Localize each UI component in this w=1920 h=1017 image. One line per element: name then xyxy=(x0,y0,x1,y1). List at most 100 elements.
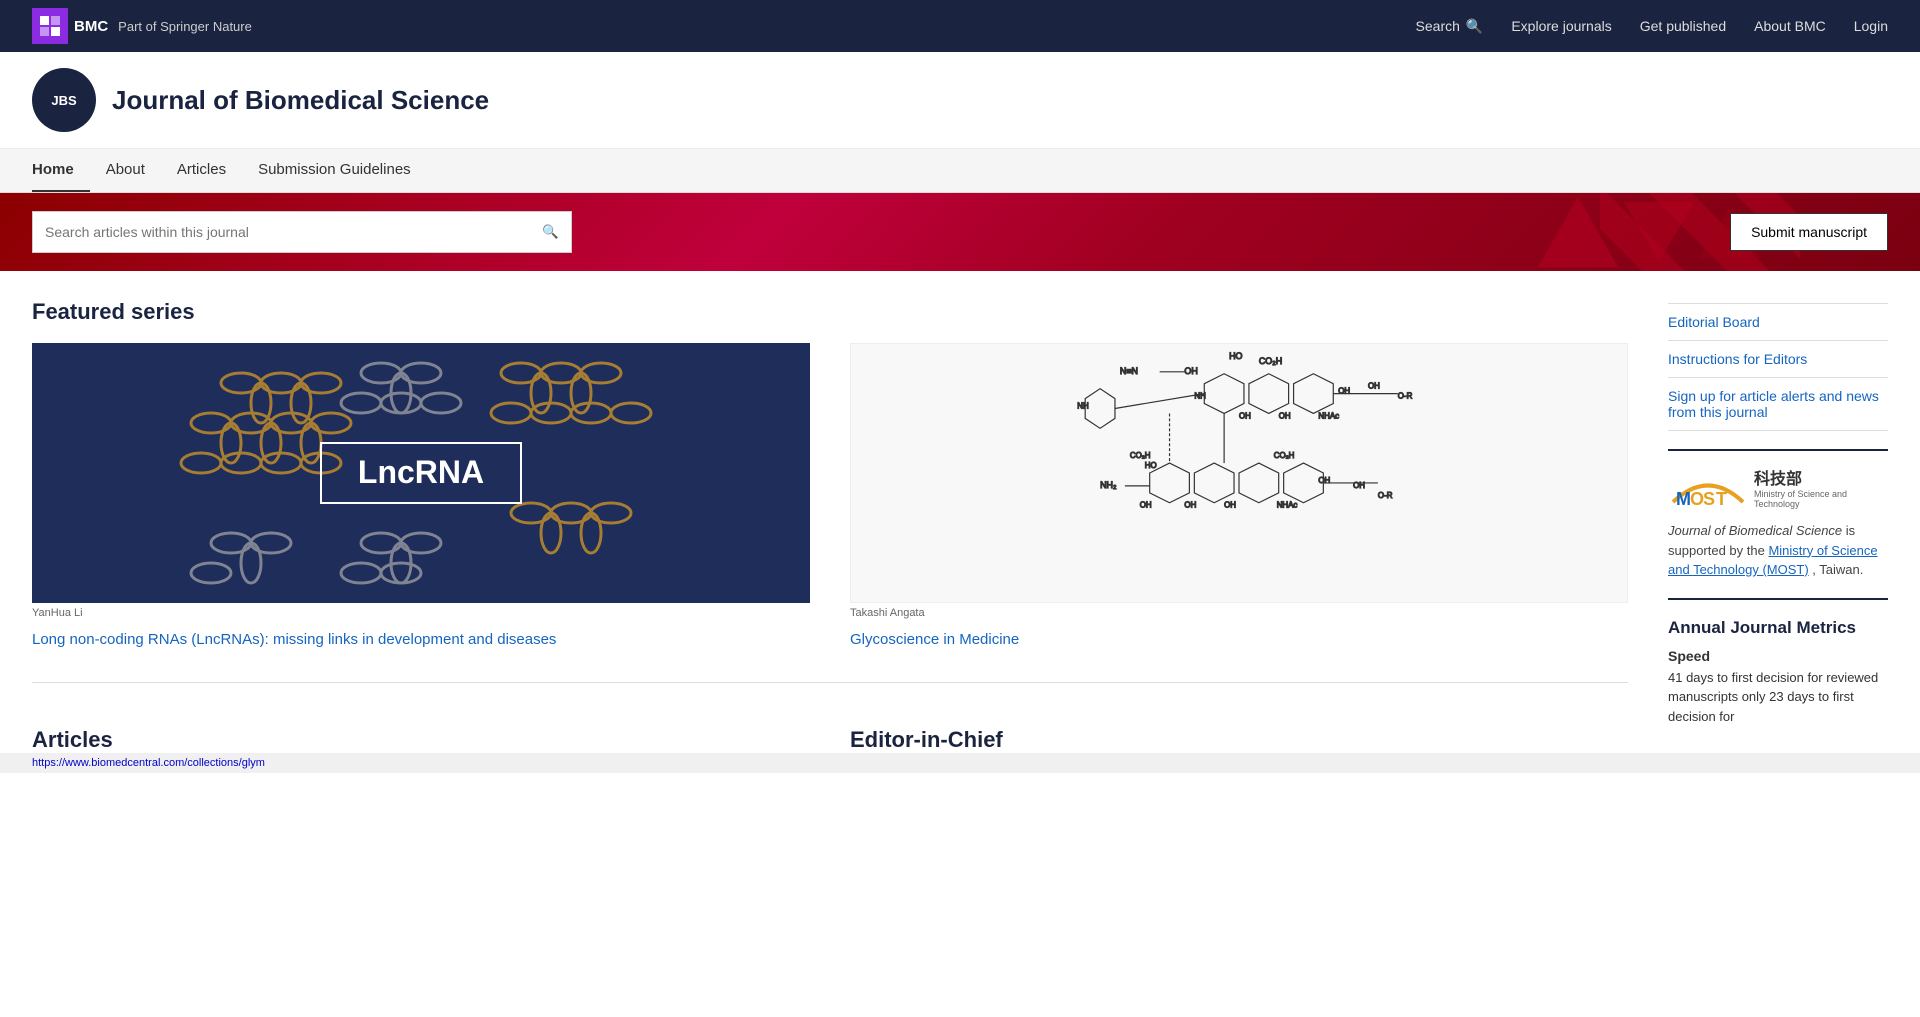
most-logo-row: M O S T 科技部 Ministry of Science and Tech… xyxy=(1668,465,1888,509)
bottom-grid: Articles Editor-in-Chief xyxy=(32,699,1628,753)
explore-journals-link[interactable]: Explore journals xyxy=(1511,18,1611,34)
featured-series-grid: LncRNA LncRNA YanHua Li Long non-coding … xyxy=(32,343,1628,650)
editor-section: Editor-in-Chief xyxy=(850,699,1628,753)
svg-text:S: S xyxy=(1703,489,1715,507)
svg-text:OH: OH xyxy=(1318,476,1330,485)
articles-title: Articles xyxy=(32,727,810,753)
nav-about[interactable]: About xyxy=(90,149,161,192)
lncrna-image: LncRNA LncRNA xyxy=(32,343,810,603)
svg-text:OH: OH xyxy=(1140,501,1152,510)
svg-text:OH: OH xyxy=(1353,481,1365,490)
svg-text:OH: OH xyxy=(1338,387,1350,396)
svg-text:T: T xyxy=(1716,489,1727,507)
glyco-image-caption: Takashi Angata xyxy=(850,607,1628,619)
login-link[interactable]: Login xyxy=(1854,18,1888,34)
svg-text:HO: HO xyxy=(1145,461,1157,470)
search-form: 🔍 xyxy=(32,211,572,253)
top-nav-left: BMC Part of Springer Nature xyxy=(32,8,252,44)
svg-text:NHAc: NHAc xyxy=(1318,411,1339,420)
svg-text:OH: OH xyxy=(1279,411,1291,420)
svg-text:CO₂H: CO₂H xyxy=(1259,356,1282,366)
svg-text:O-R: O-R xyxy=(1398,392,1413,401)
glyco-image: N≡N OH HO CO₂H NH OH OH NHA xyxy=(850,343,1628,603)
speed-text: 41 days to first decision for reviewed m… xyxy=(1668,668,1888,727)
secondary-navigation: Home About Articles Submission Guideline… xyxy=(0,149,1920,193)
search-banner: 🔍 Submit manuscript xyxy=(0,193,1920,271)
editorial-board-link[interactable]: Editorial Board xyxy=(1668,303,1888,341)
journal-header: JBS Journal of Biomedical Science xyxy=(0,52,1920,149)
top-nav-right: Search 🔍 Explore journals Get published … xyxy=(1416,18,1888,35)
instructions-editors-link[interactable]: Instructions for Editors xyxy=(1668,341,1888,378)
most-description: Journal of Biomedical Science is support… xyxy=(1668,521,1888,580)
banner-decoration xyxy=(1538,193,1760,271)
speed-title: Speed xyxy=(1668,648,1888,664)
section-divider xyxy=(32,682,1628,683)
svg-text:NH₂: NH₂ xyxy=(1100,480,1117,490)
nav-submission-guidelines[interactable]: Submission Guidelines xyxy=(242,149,427,192)
svg-text:CO₂H: CO₂H xyxy=(1130,451,1151,460)
status-url: https://www.biomedcentral.com/collection… xyxy=(32,757,265,769)
main-content: Featured series xyxy=(32,271,1668,753)
most-chinese-text: 科技部 Ministry of Science and Technology xyxy=(1754,465,1888,509)
search-submit-icon: 🔍 xyxy=(542,224,559,239)
svg-text:OH: OH xyxy=(1239,411,1251,420)
featured-series-title: Featured series xyxy=(32,299,1628,325)
svg-text:CO₂H: CO₂H xyxy=(1274,451,1295,460)
svg-text:OH: OH xyxy=(1224,501,1236,510)
most-chinese-label: 科技部 xyxy=(1754,465,1888,489)
article-alerts-link[interactable]: Sign up for article alerts and news from… xyxy=(1668,378,1888,431)
featured-item-glyco: N≡N OH HO CO₂H NH OH OH NHA xyxy=(850,343,1628,650)
search-button[interactable]: 🔍 xyxy=(530,216,571,248)
nav-home[interactable]: Home xyxy=(32,149,90,192)
bmc-logo-box xyxy=(32,8,68,44)
sidebar: Editorial Board Instructions for Editors… xyxy=(1668,271,1888,753)
lncrna-series-link[interactable]: Long non-coding RNAs (LncRNAs): missing … xyxy=(32,629,810,650)
svg-text:NHAc: NHAc xyxy=(1277,501,1298,510)
svg-text:OH: OH xyxy=(1184,501,1196,510)
status-bar: https://www.biomedcentral.com/collection… xyxy=(0,753,1920,773)
journal-logo: JBS xyxy=(32,68,96,132)
svg-text:HO: HO xyxy=(1229,351,1242,361)
triangle-2 xyxy=(1624,202,1694,262)
most-logo-svg: M O S T xyxy=(1668,467,1748,507)
featured-item-lncrna: LncRNA LncRNA YanHua Li Long non-coding … xyxy=(32,343,810,650)
submit-manuscript-button[interactable]: Submit manuscript xyxy=(1730,213,1888,251)
main-container: Featured series xyxy=(0,271,1920,753)
svg-text:O-R: O-R xyxy=(1378,491,1393,500)
bmc-text: BMC xyxy=(74,18,108,35)
svg-text:OH: OH xyxy=(1368,382,1380,391)
svg-text:OH: OH xyxy=(1184,366,1197,376)
bmc-logo-icon xyxy=(38,14,62,38)
glyco-series-link[interactable]: Glycoscience in Medicine xyxy=(850,629,1628,650)
nav-articles[interactable]: Articles xyxy=(161,149,242,192)
search-icon: 🔍 xyxy=(1466,18,1483,35)
glyco-chemical-svg: N≡N OH HO CO₂H NH OH OH NHA xyxy=(851,344,1627,602)
bmc-logo[interactable]: BMC xyxy=(32,8,108,44)
sidebar-divider-2 xyxy=(1668,598,1888,600)
springer-text: Part of Springer Nature xyxy=(118,19,252,34)
articles-section: Articles xyxy=(32,699,810,753)
search-nav-label: Search xyxy=(1416,18,1460,34)
journal-title: Journal of Biomedical Science xyxy=(112,85,489,116)
most-logo-arc: M O S T xyxy=(1668,467,1748,507)
most-desc-end: , Taiwan. xyxy=(1812,562,1863,577)
sidebar-divider-1 xyxy=(1668,449,1888,451)
get-published-link[interactable]: Get published xyxy=(1640,18,1726,34)
top-navigation: BMC Part of Springer Nature Search 🔍 Exp… xyxy=(0,0,1920,52)
most-logo: M O S T 科技部 Ministry of Science and Tech… xyxy=(1668,465,1888,509)
most-desc-journal: Journal of Biomedical Science xyxy=(1668,523,1842,538)
lncrna-image-caption: YanHua Li xyxy=(32,607,810,619)
editor-title: Editor-in-Chief xyxy=(850,727,1628,753)
search-input[interactable] xyxy=(33,216,530,248)
journal-logo-text: JBS xyxy=(51,93,76,108)
svg-text:O: O xyxy=(1690,489,1704,507)
about-bmc-link[interactable]: About BMC xyxy=(1754,18,1826,34)
svg-text:NH: NH xyxy=(1194,392,1206,401)
search-nav-link[interactable]: Search 🔍 xyxy=(1416,18,1484,35)
svg-text:M: M xyxy=(1676,489,1691,507)
svg-text:NH: NH xyxy=(1077,402,1089,411)
triangle-1 xyxy=(1538,197,1618,267)
most-subtitle: Ministry of Science and Technology xyxy=(1754,489,1888,509)
annual-metrics-title: Annual Journal Metrics xyxy=(1668,618,1888,638)
svg-text:N≡N: N≡N xyxy=(1120,366,1138,376)
